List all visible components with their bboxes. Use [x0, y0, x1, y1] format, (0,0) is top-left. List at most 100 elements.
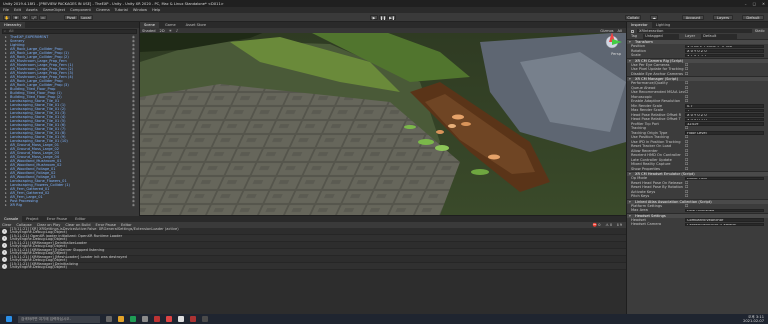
step-button[interactable]: ▶❚ [388, 15, 396, 20]
object-name-field[interactable]: XRInteraction [637, 29, 752, 33]
hierarchy-list: ▸ TheEXP_EXPERIMENT ◉ ▸ Scenery ◉ ▸ Lighting ◉ ▸ A… [0, 35, 139, 207]
play-button[interactable]: ▶ [370, 15, 378, 20]
task-view-icon[interactable] [106, 316, 112, 322]
hierarchy-search-input[interactable]: ⌕ All [2, 29, 137, 34]
account-dropdown[interactable]: Account [682, 15, 704, 20]
scene-toolbar: Shaded 2D ☀ ♪ Gizmos All [140, 28, 626, 33]
property-field[interactable]: X 0.06 Y 1.4008 Z -0.168 [685, 44, 764, 48]
scene-view[interactable]: Scene Game Asset Store Shaded 2D ☀ ♪ Giz… [140, 22, 626, 215]
layers-dropdown[interactable]: Layers [713, 15, 733, 20]
property-field[interactable]: CenterEyeAnchor (Camera) [685, 222, 764, 226]
menu-assets[interactable]: Assets [26, 8, 38, 12]
tab-hierarchy[interactable]: Hierarchy [0, 22, 26, 28]
property-field[interactable]: 32419 [685, 122, 764, 126]
menu-window[interactable]: Window [133, 8, 147, 12]
light-icon[interactable]: ☀ [169, 29, 172, 33]
move-tool-button[interactable]: ✥ [12, 15, 20, 20]
property-field[interactable]: X 0 Y 0 Z 0 [685, 49, 764, 53]
oculus-icon[interactable] [166, 316, 172, 322]
steam-icon[interactable] [142, 316, 148, 322]
menu-component[interactable]: Component [70, 8, 91, 12]
tab-error-pause[interactable]: Error Pause [43, 216, 71, 222]
audio-icon[interactable]: ♪ [176, 29, 178, 33]
log-count[interactable]: ℹ 9 [617, 223, 626, 227]
console-panel: Console Project Error Pause Editor Clear… [0, 216, 626, 314]
file-explorer-icon[interactable] [118, 316, 124, 322]
component-header[interactable]: Linked Atlas Association Collection (Scr… [627, 198, 768, 205]
component-header[interactable]: XR CM Headset Emulator (Script) [627, 171, 768, 177]
property-field[interactable]: 1 [685, 108, 764, 112]
console-log-list: i [15:11:21] [XR] XRSettings.isDeviceActi… [0, 227, 626, 270]
component-header[interactable]: XR CM Camera Rig (Script) [627, 57, 768, 64]
layout-dropdown[interactable]: Default [742, 15, 764, 20]
active-checkbox[interactable] [631, 29, 634, 33]
rotate-tool-button[interactable]: ⟳ [21, 15, 29, 20]
property-field[interactable]: 0.7 [685, 104, 764, 108]
menu-tutorial[interactable]: Tutorial [115, 8, 128, 12]
property-field[interactable]: Editor Only [685, 176, 764, 180]
maximize-button[interactable]: □ [753, 2, 756, 6]
tab-console[interactable]: Console [0, 216, 23, 222]
tab-editor[interactable]: Editor [71, 216, 90, 222]
chrome-icon[interactable] [130, 316, 136, 322]
error-count[interactable]: ⛔ 0 [593, 223, 601, 227]
pivot-toggle[interactable]: Pivot [64, 15, 78, 20]
rect-tool-button[interactable]: ▭ [39, 15, 47, 20]
shading-dropdown[interactable]: Shaded [142, 29, 156, 33]
component-list: TransformPositionX 0.06 Y 1.4008 Z -0.16… [627, 39, 768, 227]
scale-tool-button[interactable]: ⤢ [30, 15, 38, 20]
property-field[interactable]: X 1 Y 1 Z 1 [685, 53, 764, 57]
property-field[interactable]: Final Displayed [685, 208, 764, 212]
property-field[interactable]: X 0 Y 0 Z 0 [685, 113, 764, 117]
close-button[interactable]: ✕ [762, 2, 765, 6]
app2-icon[interactable] [202, 316, 208, 322]
unity-icon[interactable] [178, 316, 184, 322]
expand-arrow-icon[interactable]: ▸ [5, 203, 7, 207]
scene-search-input[interactable]: All [618, 29, 626, 33]
property-checkbox[interactable]: ☐ [685, 99, 768, 104]
info-icon: i [2, 257, 7, 262]
hand-tool-button[interactable]: ✋ [3, 15, 11, 20]
property-field[interactable]: X 0 Y 0 Z 0 [685, 117, 764, 121]
cloud-icon[interactable]: ☁ [650, 15, 658, 20]
persp-label[interactable]: Persp [611, 52, 621, 56]
info-icon: i [2, 264, 7, 269]
static-toggle[interactable]: Static [755, 29, 768, 33]
windows-start-icon[interactable] [6, 316, 12, 322]
console-entry[interactable]: i [15:11:21] [XRManager] Deinitializing Un… [0, 262, 626, 270]
property-label: Headset Camera [631, 222, 662, 226]
gizmos-dropdown[interactable]: Gizmos [600, 29, 613, 33]
space-toggle[interactable]: Local [79, 15, 93, 20]
property-checkbox[interactable]: ☐ [685, 126, 768, 131]
menu-help[interactable]: Help [152, 8, 160, 12]
menu-gameobject[interactable]: GameObject [43, 8, 65, 12]
menu-edit[interactable]: Edit [14, 8, 21, 12]
menu-file[interactable]: File [3, 8, 9, 12]
taskbar-search-input[interactable]: 검색하려면 여기에 입력하십시오. [18, 315, 100, 323]
menu-cinema[interactable]: Cinema [96, 8, 110, 12]
visibility-icon[interactable]: ◉ [132, 203, 135, 207]
info-icon: i [2, 229, 7, 234]
recorder-icon[interactable] [190, 316, 196, 322]
tab-lighting[interactable]: Lighting [652, 22, 675, 28]
property-field[interactable]: CompanyEyeAnchor [685, 218, 764, 222]
tab-inspector[interactable]: Inspector [627, 22, 652, 28]
pause-button[interactable]: ❚❚ [379, 15, 387, 20]
2d-toggle[interactable]: 2D [160, 29, 165, 33]
info-icon: i [2, 236, 7, 241]
warning-count[interactable]: ⚠ 0 [606, 223, 613, 227]
app-icon[interactable] [154, 316, 160, 322]
tab-project[interactable]: Project [22, 216, 42, 222]
window-title: Unity 2019.4.18f1 - [PREVIEW PACKAGES IN… [3, 1, 224, 6]
collab-button[interactable]: Collab [625, 15, 641, 20]
inspector-panel: Inspector Lighting XRInteraction Static … [627, 22, 768, 314]
minimize-button[interactable]: – [745, 2, 747, 6]
component-header[interactable]: XR CM Manager (Script) [627, 76, 768, 82]
component-header[interactable]: Headset Settings [627, 212, 768, 219]
hierarchy-item[interactable]: ▸ XR Rig ◉ [0, 203, 139, 207]
property-field[interactable]: Floor Level [685, 131, 764, 135]
console-entry[interactable]: i [15:11:21] OpenXR loader initialized: O… [0, 234, 626, 242]
clock[interactable]: 오후 3:11 2021-02-07 [743, 315, 764, 323]
component-header[interactable]: Transform [627, 39, 768, 45]
console-entry[interactable]: i [15:11:21] [XRManager] [MeshLoader] Loa… [0, 255, 626, 263]
